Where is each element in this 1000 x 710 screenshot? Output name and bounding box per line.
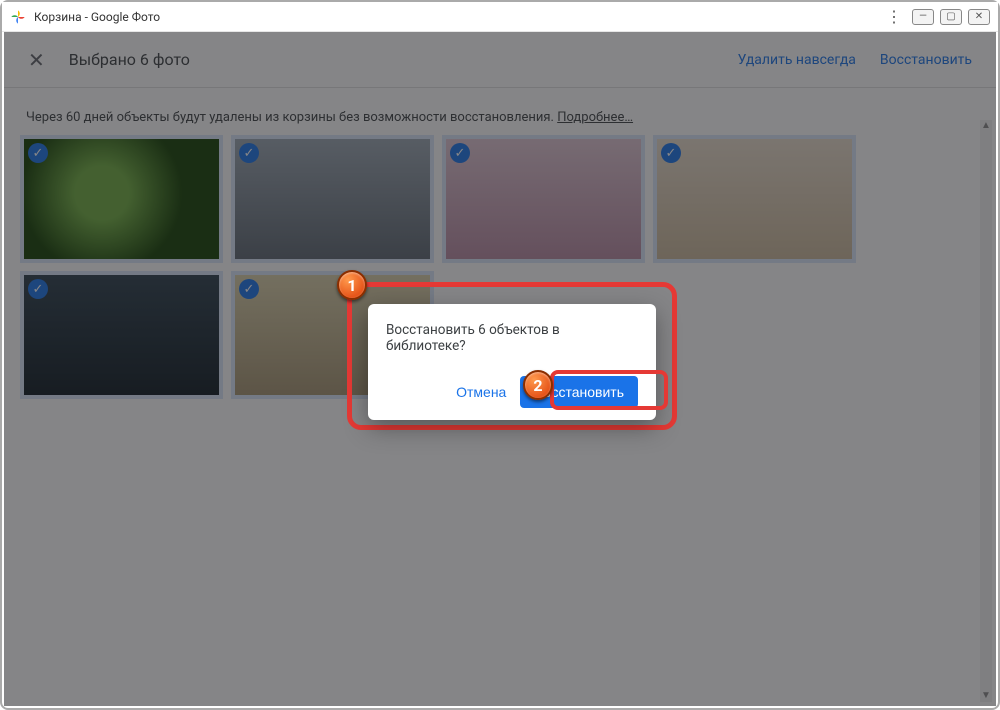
dialog-actions: Отмена Восстановить [386, 376, 638, 408]
maximize-button[interactable]: ▢ [940, 9, 962, 25]
more-menu-icon[interactable]: ⋮ [884, 7, 904, 27]
photo-placeholder [24, 139, 219, 259]
check-icon[interactable]: ✓ [239, 143, 259, 163]
annotation-marker-1: 1 [337, 270, 367, 300]
check-icon[interactable]: ✓ [28, 279, 48, 299]
trash-notice: Через 60 дней объекты будут удалены из к… [26, 110, 974, 125]
check-icon[interactable]: ✓ [661, 143, 681, 163]
thumbnail[interactable]: ✓ [24, 275, 219, 395]
minimize-button[interactable]: — [912, 9, 934, 25]
thumbnail[interactable]: ✓ [657, 139, 852, 259]
check-icon[interactable]: ✓ [28, 143, 48, 163]
titlebar: Корзина - Google Фото ⋮ — ▢ ✕ [2, 2, 998, 32]
dialog-message: Восстановить 6 объектов в библиотеке? [386, 322, 638, 354]
photo-placeholder [235, 139, 430, 259]
close-window-button[interactable]: ✕ [968, 9, 990, 25]
photo-placeholder [24, 275, 219, 395]
thumbnail[interactable]: ✓ [235, 139, 430, 259]
selection-header: ✕ Выбрано 6 фото Удалить навсегда Восста… [4, 32, 996, 88]
selection-count: Выбрано 6 фото [69, 50, 714, 69]
scrollbar[interactable]: ▲ ▼ [980, 120, 992, 702]
cancel-button[interactable]: Отмена [452, 378, 510, 406]
notice-more-link[interactable]: Подробнее… [557, 110, 633, 125]
google-photos-icon [10, 9, 26, 25]
delete-forever-button[interactable]: Удалить навсегда [738, 52, 856, 68]
check-icon[interactable]: ✓ [450, 143, 470, 163]
thumbnail[interactable]: ✓ [24, 139, 219, 259]
close-selection-icon[interactable]: ✕ [28, 48, 45, 72]
window-frame: Корзина - Google Фото ⋮ — ▢ ✕ ✕ Выбрано … [0, 0, 1000, 710]
check-icon[interactable]: ✓ [239, 279, 259, 299]
window-controls: — ▢ ✕ [912, 9, 990, 25]
photo-placeholder [446, 139, 641, 259]
window-title: Корзина - Google Фото [34, 10, 884, 24]
restore-dialog: Восстановить 6 объектов в библиотеке? От… [368, 304, 656, 420]
thumbnail[interactable]: ✓ [446, 139, 641, 259]
notice-text: Через 60 дней объекты будут удалены из к… [26, 110, 557, 125]
photo-placeholder [657, 139, 852, 259]
scroll-up-icon[interactable]: ▲ [980, 120, 992, 132]
annotation-marker-2: 2 [523, 370, 553, 400]
restore-button[interactable]: Восстановить [880, 52, 972, 68]
scroll-down-icon[interactable]: ▼ [980, 690, 992, 702]
